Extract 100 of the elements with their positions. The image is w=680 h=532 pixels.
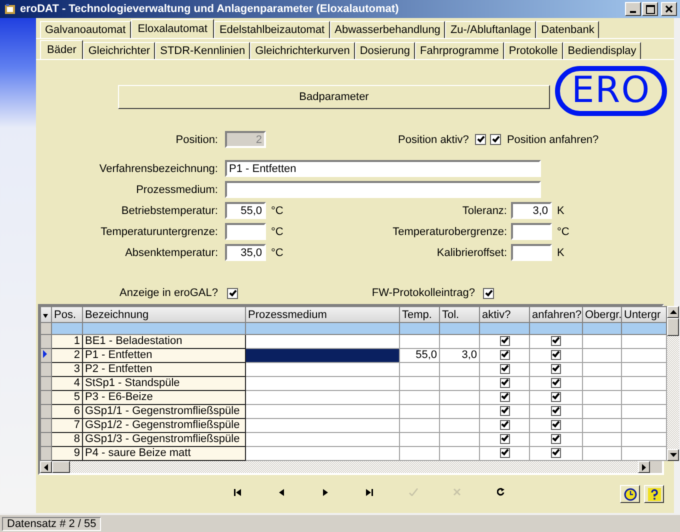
filter-cell[interactable] (530, 322, 582, 334)
column-header[interactable]: Bezeichnung (82, 306, 246, 322)
field-label: Kalibrieroffset: (436, 246, 508, 258)
checkbox[interactable] (227, 288, 238, 298)
row-selector[interactable] (40, 334, 52, 348)
filter-cell[interactable] (480, 322, 530, 334)
input-field[interactable] (225, 181, 541, 198)
column-header[interactable]: Prozessmedium (246, 306, 400, 322)
scroll-up-button[interactable] (667, 306, 679, 318)
checkbox[interactable] (483, 288, 494, 298)
checkbox[interactable] (490, 134, 501, 145)
clock-button[interactable] (620, 485, 640, 503)
scroll-right-button[interactable] (638, 461, 650, 473)
column-header[interactable]: Untergr (622, 306, 666, 322)
scroll-left-button[interactable] (40, 461, 52, 473)
tab[interactable]: Dosierung (354, 42, 415, 59)
table-cell (400, 376, 440, 390)
checkbox[interactable] (500, 420, 510, 430)
column-header[interactable]: Temp. (400, 306, 440, 322)
checkbox-label: Anzeige in eroGAL? (118, 287, 219, 299)
tab[interactable]: Gleichrichterkurven (250, 42, 355, 59)
input-field[interactable] (225, 223, 266, 240)
logo: ERO (555, 66, 667, 116)
column-header[interactable]: Tol. (440, 306, 480, 322)
tab[interactable]: Abwasserbehandlung (330, 21, 446, 38)
vertical-scrollbar[interactable] (667, 306, 679, 461)
row-selector[interactable] (40, 390, 52, 404)
input-field[interactable]: 55,0 (225, 202, 266, 219)
tab[interactable]: Datenbank (536, 21, 600, 38)
checkbox[interactable] (551, 350, 561, 360)
tab[interactable]: Galvanoautomat (40, 21, 131, 38)
row-selector[interactable] (40, 322, 52, 334)
table-cell: 1 (52, 334, 82, 348)
tab[interactable]: Protokolle (504, 42, 563, 59)
column-header[interactable]: Obergr. (582, 306, 622, 322)
input-field[interactable]: P1 - Entfetten (225, 160, 541, 177)
row-selector[interactable] (40, 348, 52, 362)
checkbox[interactable] (500, 378, 510, 388)
field-label: Toleranz: (461, 204, 508, 216)
close-icon (665, 5, 673, 13)
tab[interactable]: Zu-/Abluftanlage (445, 21, 536, 38)
tab[interactable]: Fahrprogramme (415, 42, 504, 59)
scroll-thumb[interactable] (667, 318, 679, 336)
maximize-button[interactable] (642, 2, 658, 16)
checkbox[interactable] (551, 406, 561, 416)
section-button[interactable]: Badparameter (118, 85, 550, 109)
row-selector[interactable] (40, 432, 52, 446)
tab[interactable]: Bäder (40, 40, 84, 59)
tab[interactable]: Bediendisplay (562, 42, 642, 59)
scroll-down-icon (670, 453, 676, 457)
table-cell (400, 334, 440, 348)
minimize-button[interactable] (625, 2, 641, 16)
column-header[interactable]: aktiv? (480, 306, 530, 322)
scroll-down-button[interactable] (667, 449, 679, 461)
clock-icon (624, 488, 636, 500)
filter-cell[interactable] (246, 322, 400, 334)
input-field[interactable]: 3,0 (511, 202, 552, 219)
column-menu-button[interactable] (40, 306, 52, 322)
table-cell (400, 362, 440, 376)
filter-cell[interactable] (82, 322, 246, 334)
tab[interactable]: Gleichrichter (83, 42, 156, 59)
table-cell: 3 (52, 362, 82, 376)
checkbox[interactable] (551, 448, 561, 458)
checkbox[interactable] (500, 448, 510, 458)
tab[interactable]: Edelstahlbeizautomat (214, 21, 330, 38)
filter-cell[interactable] (622, 322, 666, 334)
tab[interactable]: Eloxalautomat (130, 19, 214, 38)
checkbox[interactable] (500, 406, 510, 416)
input-field[interactable] (511, 223, 552, 240)
tab[interactable]: STDR-Kennlinien (155, 42, 250, 59)
checkbox[interactable] (551, 420, 561, 430)
unit-label: °C (556, 226, 570, 238)
row-selector[interactable] (40, 404, 52, 418)
checkbox[interactable] (500, 434, 510, 444)
unit-label: °C (270, 204, 284, 216)
window-title: eroDAT - Technologieverwaltung und Anlagenparameter (Eloxalautomat) (20, 3, 400, 15)
checkbox[interactable] (551, 336, 561, 346)
scroll-thumb[interactable] (52, 461, 70, 473)
table-cell: GSp1/2 - Gegenstromfließspüle (82, 418, 246, 432)
column-header[interactable]: anfahren? (530, 306, 582, 322)
checkbox[interactable] (551, 364, 561, 374)
checkbox[interactable] (500, 392, 510, 402)
checkbox[interactable] (500, 364, 510, 374)
checkbox[interactable] (474, 134, 486, 145)
row-selector[interactable] (40, 376, 52, 390)
row-selector[interactable] (40, 362, 52, 376)
checkbox[interactable] (551, 392, 561, 402)
checkbox[interactable] (551, 434, 561, 444)
input-field[interactable] (511, 244, 552, 261)
field-label: Position: (174, 134, 219, 146)
input-field[interactable]: 35,0 (225, 244, 266, 261)
row-selector[interactable] (40, 418, 52, 432)
checkbox[interactable] (500, 350, 510, 360)
table-cell: StSp1 - Standspüle (82, 376, 246, 390)
column-header[interactable]: Pos. (52, 306, 82, 322)
close-button[interactable] (661, 2, 677, 16)
checkbox[interactable] (500, 336, 510, 346)
checkbox[interactable] (551, 378, 561, 388)
help-button[interactable] (644, 485, 664, 503)
field-label: Prozessmedium: (135, 184, 219, 196)
